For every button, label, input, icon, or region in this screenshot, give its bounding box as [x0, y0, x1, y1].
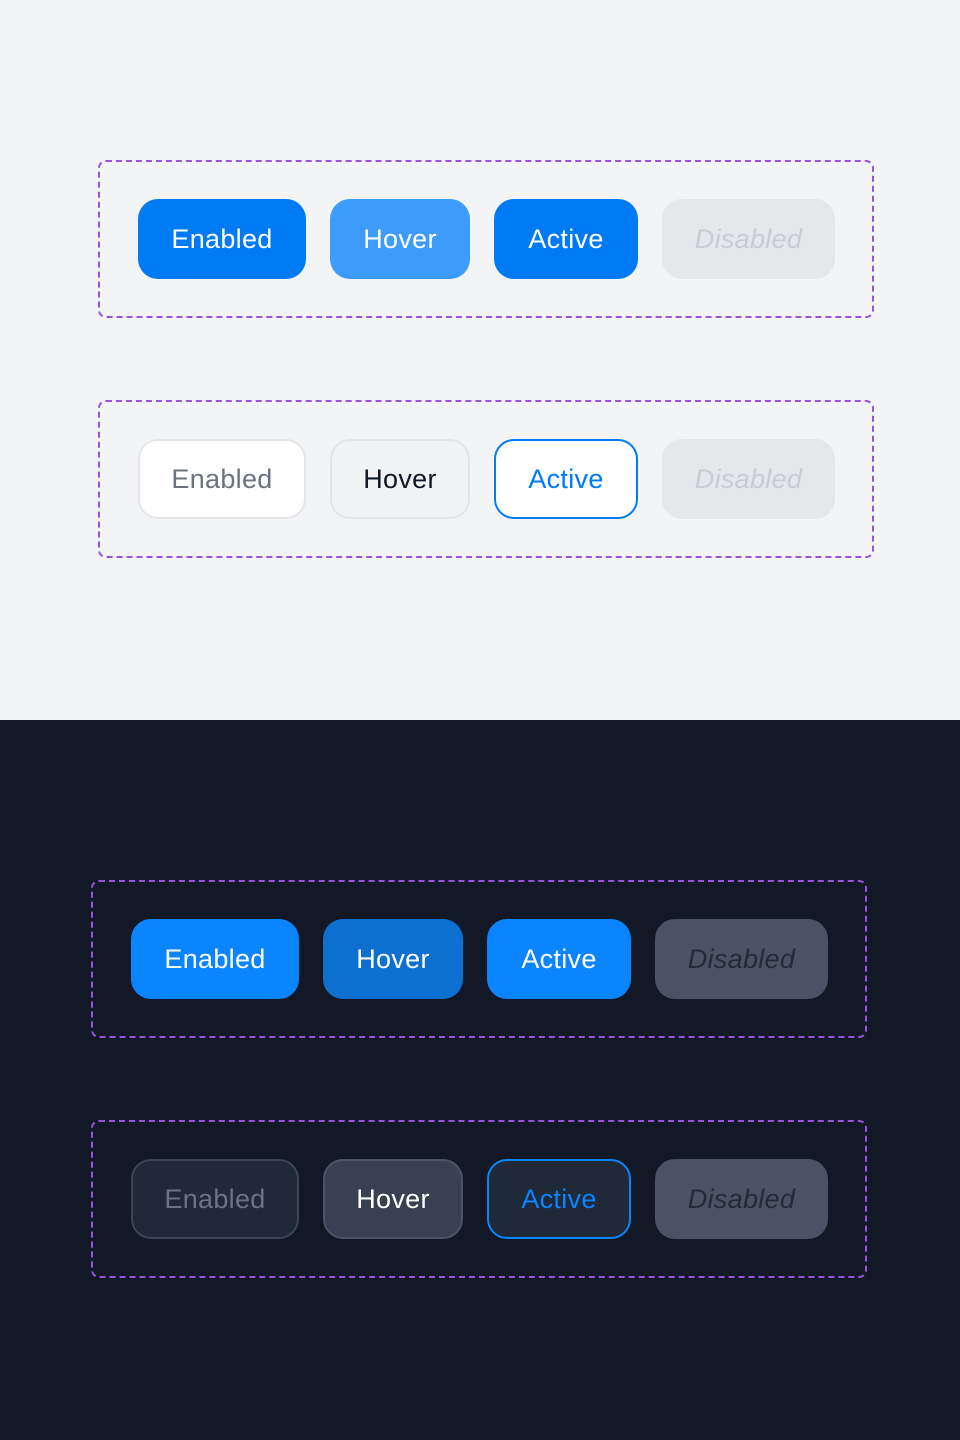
- light-primary-active-button[interactable]: Active: [494, 199, 638, 279]
- light-secondary-button-group: Enabled Hover Active Disabled: [98, 400, 874, 558]
- dark-theme-panel: Enabled Hover Active Disabled Enabled Ho…: [0, 720, 960, 1440]
- dark-secondary-hover-button[interactable]: Hover: [323, 1159, 463, 1239]
- light-secondary-active-button[interactable]: Active: [494, 439, 638, 519]
- dark-secondary-active-button[interactable]: Active: [487, 1159, 631, 1239]
- dark-secondary-disabled-button: Disabled: [655, 1159, 828, 1239]
- light-secondary-hover-button[interactable]: Hover: [330, 439, 470, 519]
- light-primary-button-group: Enabled Hover Active Disabled: [98, 160, 874, 318]
- light-primary-hover-button[interactable]: Hover: [330, 199, 470, 279]
- light-primary-disabled-button: Disabled: [662, 199, 835, 279]
- light-theme-panel: Enabled Hover Active Disabled Enabled Ho…: [0, 0, 960, 720]
- dark-primary-button-group: Enabled Hover Active Disabled: [91, 880, 867, 1038]
- dark-secondary-button-group: Enabled Hover Active Disabled: [91, 1120, 867, 1278]
- dark-primary-enabled-button[interactable]: Enabled: [131, 919, 299, 999]
- dark-primary-disabled-button: Disabled: [655, 919, 828, 999]
- dark-secondary-enabled-button[interactable]: Enabled: [131, 1159, 299, 1239]
- dark-primary-active-button[interactable]: Active: [487, 919, 631, 999]
- light-secondary-disabled-button: Disabled: [662, 439, 835, 519]
- dark-primary-hover-button[interactable]: Hover: [323, 919, 463, 999]
- light-primary-enabled-button[interactable]: Enabled: [138, 199, 306, 279]
- light-secondary-enabled-button[interactable]: Enabled: [138, 439, 306, 519]
